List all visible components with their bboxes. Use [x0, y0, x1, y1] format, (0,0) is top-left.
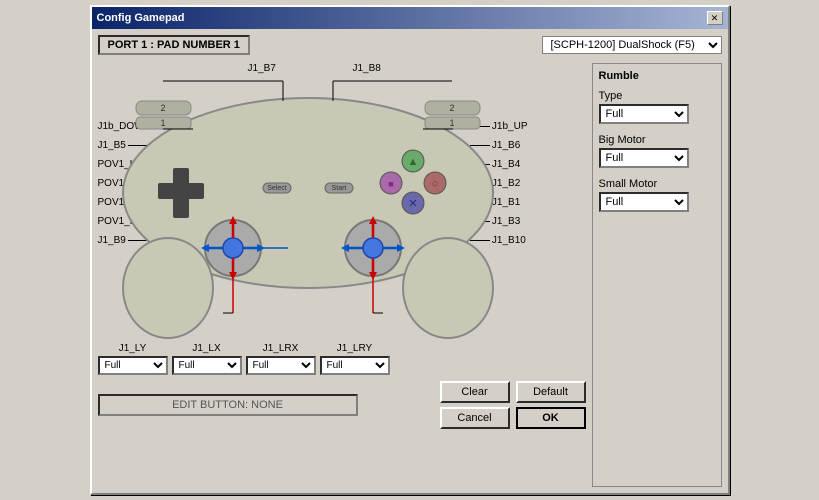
edit-bar: EDIT BUTTON: NONE: [98, 394, 358, 416]
svg-text:1: 1: [160, 118, 165, 128]
device-select-container: [SCPH-1200] DualShock (F5): [542, 36, 722, 54]
device-select[interactable]: [SCPH-1200] DualShock (F5): [542, 36, 722, 54]
stick-ly-select[interactable]: FullPosNegNone: [98, 356, 168, 375]
ok-button[interactable]: OK: [516, 407, 586, 429]
bottom-action-row: Cancel OK: [440, 407, 586, 429]
config-gamepad-window: Config Gamepad ✕ PORT 1 : PAD NUMBER 1 […: [90, 5, 730, 495]
rumble-big-section: Big Motor FullPosNegNone: [599, 134, 715, 168]
rumble-panel: Rumble Type FullPosNegNone Big Motor Ful…: [592, 63, 722, 487]
rumble-title: Rumble: [599, 70, 715, 82]
svg-text:✕: ✕: [408, 198, 417, 210]
port-label: PORT 1 : PAD NUMBER 1: [98, 35, 250, 55]
rumble-small-label: Small Motor: [599, 178, 715, 190]
top-bar: PORT 1 : PAD NUMBER 1 [SCPH-1200] DualSh…: [98, 35, 722, 55]
svg-text:■: ■: [388, 179, 393, 189]
window-body: PORT 1 : PAD NUMBER 1 [SCPH-1200] DualSh…: [92, 29, 728, 493]
svg-text:1: 1: [449, 118, 454, 128]
rumble-type-section: Type FullPosNegNone: [599, 90, 715, 124]
bottom-row: EDIT BUTTON: NONE Clear Default Cancel O…: [98, 381, 586, 429]
svg-text:2: 2: [160, 103, 165, 113]
gamepad-svg: 2 1 2 1: [108, 73, 508, 343]
rumble-small-section: Small Motor FullPosNegNone: [599, 178, 715, 212]
gamepad-wrapper: J1b_DOWN J1_B5 POV1_UP POV1_LEF: [98, 63, 528, 353]
svg-text:○: ○: [431, 178, 438, 190]
svg-text:Select: Select: [267, 185, 287, 192]
svg-text:Start: Start: [331, 185, 346, 192]
main-area: J1b_DOWN J1_B5 POV1_UP POV1_LEF: [98, 63, 722, 487]
clear-button[interactable]: Clear: [440, 381, 510, 403]
rumble-type-select[interactable]: FullPosNegNone: [599, 104, 689, 124]
cancel-button[interactable]: Cancel: [440, 407, 510, 429]
stick-lry-select[interactable]: FullPosNegNone: [320, 356, 390, 375]
stick-lrx-select[interactable]: FullPosNegNone: [246, 356, 316, 375]
rumble-type-label: Type: [599, 90, 715, 102]
rumble-big-select[interactable]: FullPosNegNone: [599, 148, 689, 168]
svg-text:▲: ▲: [407, 156, 418, 168]
window-title: Config Gamepad: [97, 12, 185, 24]
default-button[interactable]: Default: [516, 381, 586, 403]
close-button[interactable]: ✕: [707, 11, 723, 25]
action-buttons: Clear Default Cancel OK: [440, 381, 586, 429]
top-action-row: Clear Default: [440, 381, 586, 403]
rumble-small-select[interactable]: FullPosNegNone: [599, 192, 689, 212]
svg-text:2: 2: [449, 103, 454, 113]
gamepad-section: J1b_DOWN J1_B5 POV1_UP POV1_LEF: [98, 63, 586, 487]
rumble-big-label: Big Motor: [599, 134, 715, 146]
title-bar-controls: ✕: [707, 11, 723, 25]
title-bar: Config Gamepad ✕: [92, 7, 728, 29]
stick-lx-select[interactable]: FullPosNegNone: [172, 356, 242, 375]
